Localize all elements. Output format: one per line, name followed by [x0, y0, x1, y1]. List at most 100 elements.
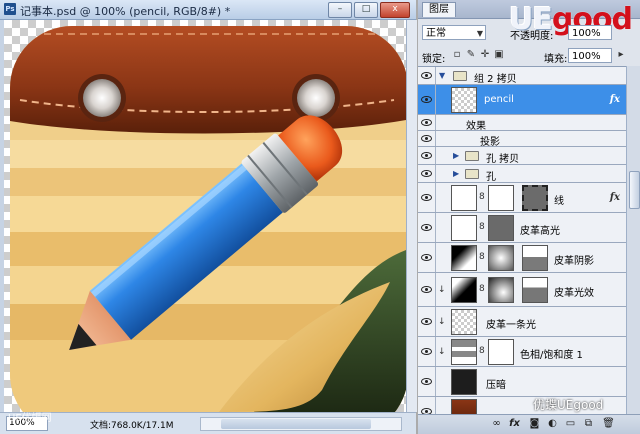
expand-icon[interactable]: ▼	[439, 71, 445, 80]
layers-panel: 图层 UEgood 正常 ▼ 不透明度: 100% 锁定: ▫ ✎ ✛ ▣ 填充:…	[418, 0, 640, 434]
visibility-toggle[interactable]	[418, 85, 436, 114]
layer-name: 孔	[486, 172, 496, 183]
canvas-horizontal-scrollbar[interactable]	[200, 417, 402, 431]
visibility-toggle[interactable]	[418, 397, 436, 415]
adjustment-layer-icon[interactable]: ◐	[546, 418, 559, 430]
layer-mask-thumbnail	[522, 185, 548, 211]
new-group-icon[interactable]: ▭	[564, 418, 577, 430]
clipping-mask-icon: ↓	[438, 347, 446, 357]
watermark-left: UE优蝶网	[8, 413, 52, 424]
fx-icon[interactable]: fx	[610, 192, 620, 203]
scrollbar-thumb[interactable]	[221, 419, 371, 429]
visibility-toggle[interactable]	[418, 307, 436, 336]
eye-icon	[421, 224, 432, 231]
eye-icon	[421, 152, 432, 159]
tab-layers[interactable]: 图层	[422, 2, 456, 17]
chevron-down-icon: ▼	[476, 29, 483, 38]
fill-field[interactable]: 100%	[568, 48, 612, 63]
eye-icon	[421, 170, 432, 177]
layer-row[interactable]: 压暗	[418, 367, 626, 397]
maximize-button[interactable]: □	[354, 2, 378, 18]
document-title: 记事本.psd @ 100% (pencil, RGB/8#) *	[20, 5, 231, 18]
layer-row[interactable]: ↓ 8 色相/饱和度 1	[418, 337, 626, 367]
document-size-info[interactable]: 文档:768.0K/17.1M	[90, 418, 174, 431]
eye-icon	[421, 96, 432, 103]
layer-thumbnail	[451, 309, 477, 335]
visibility-toggle[interactable]	[418, 165, 436, 182]
layer-row-selected[interactable]: pencil fx	[418, 85, 626, 115]
new-layer-icon[interactable]: ⧉	[582, 418, 595, 430]
add-style-icon[interactable]: fx	[508, 418, 521, 430]
layer-thumbnail	[451, 399, 477, 415]
layer-name: 皮革高光	[520, 226, 560, 237]
collapse-icon[interactable]: ▶	[453, 169, 459, 178]
visibility-toggle[interactable]	[418, 367, 436, 396]
layer-row[interactable]: 8 皮革阴影	[418, 243, 626, 273]
link-icon: 8	[479, 346, 485, 356]
visibility-toggle[interactable]	[418, 337, 436, 366]
scrollbar-thumb[interactable]	[629, 171, 640, 209]
layer-thumbnail	[451, 185, 477, 211]
document-window: Ps 记事本.psd @ 100% (pencil, RGB/8#) * – □…	[0, 0, 417, 434]
opacity-field[interactable]: 100%	[568, 25, 612, 40]
visibility-toggle[interactable]	[418, 131, 436, 146]
layer-row[interactable]: ▼ 组 2 拷贝	[418, 67, 626, 85]
blend-mode-select[interactable]: 正常 ▼	[422, 25, 486, 40]
lock-transparency-icon[interactable]: ▫	[452, 50, 462, 60]
folder-icon	[465, 151, 479, 161]
layer-row[interactable]: 8 皮革高光	[418, 213, 626, 243]
watermark-text: 优蝶UEgood	[533, 398, 604, 412]
visibility-toggle[interactable]	[418, 243, 436, 272]
layer-name: 孔 拷贝	[486, 154, 520, 165]
eye-icon	[421, 348, 432, 355]
layer-name: 线	[554, 196, 564, 207]
layer-thumbnail	[451, 369, 477, 395]
visibility-toggle[interactable]	[418, 67, 436, 84]
collapse-icon[interactable]: ▶	[453, 151, 459, 160]
lock-position-icon[interactable]: ✛	[480, 50, 490, 60]
effects-row[interactable]: 效果	[418, 115, 626, 132]
layer-thumbnail	[451, 87, 477, 113]
document-title-bar[interactable]: Ps 记事本.psd @ 100% (pencil, RGB/8#) * – □…	[0, 0, 416, 20]
minimize-button[interactable]: –	[328, 2, 352, 18]
chevron-right-icon[interactable]: ▸	[616, 50, 626, 60]
layer-row[interactable]: ↓ 8 皮革光效	[418, 273, 626, 307]
link-layers-icon[interactable]: ∞	[490, 418, 503, 430]
visibility-toggle[interactable]	[418, 147, 436, 164]
layers-scrollbar[interactable]	[626, 66, 640, 414]
layer-mask-thumbnail	[488, 277, 514, 303]
effect-drop-shadow-row[interactable]: 投影	[418, 131, 626, 148]
layer-row[interactable]: 8 线 fx	[418, 183, 626, 213]
layer-row[interactable]: ↓ 皮革一条光	[418, 307, 626, 337]
fx-icon[interactable]: fx	[610, 94, 620, 105]
notepad-icon-artwork	[10, 26, 406, 412]
link-icon: 8	[479, 252, 485, 262]
status-bar: 100% 文档:768.0K/17.1M	[0, 412, 416, 434]
layer-mask-thumbnail	[522, 277, 548, 303]
layer-name: 皮革阴影	[554, 256, 594, 267]
layer-name: 皮革光效	[554, 288, 594, 299]
eye-icon	[421, 72, 432, 79]
visibility-toggle[interactable]	[418, 183, 436, 212]
visibility-toggle[interactable]	[418, 273, 436, 306]
lock-pixels-icon[interactable]: ✎	[466, 50, 476, 60]
canvas-vertical-scrollbar[interactable]	[406, 20, 417, 412]
visibility-toggle[interactable]	[418, 213, 436, 242]
layers-list: ▼ 组 2 拷贝 pencil fx 效果 投影 ▶ 孔 拷贝 ▶ 孔 8 线 …	[418, 66, 626, 415]
effects-label: 效果	[466, 121, 486, 132]
eye-icon	[421, 135, 432, 142]
visibility-toggle[interactable]	[418, 115, 436, 130]
lock-all-icon[interactable]: ▣	[494, 50, 504, 60]
add-mask-icon[interactable]: ◙	[528, 418, 541, 430]
layer-row[interactable]: ▶ 孔	[418, 165, 626, 183]
trash-icon[interactable]: 🗑	[602, 418, 615, 430]
close-button[interactable]: x	[380, 2, 410, 18]
document-canvas[interactable]	[4, 20, 406, 412]
photoshop-icon: Ps	[4, 3, 16, 15]
layer-name: 色相/饱和度 1	[520, 350, 583, 361]
layer-name: 组 2 拷贝	[474, 74, 517, 85]
layer-name: 压暗	[486, 380, 506, 391]
eye-icon	[421, 286, 432, 293]
link-icon: 8	[479, 192, 485, 202]
layer-row[interactable]: ▶ 孔 拷贝	[418, 147, 626, 165]
